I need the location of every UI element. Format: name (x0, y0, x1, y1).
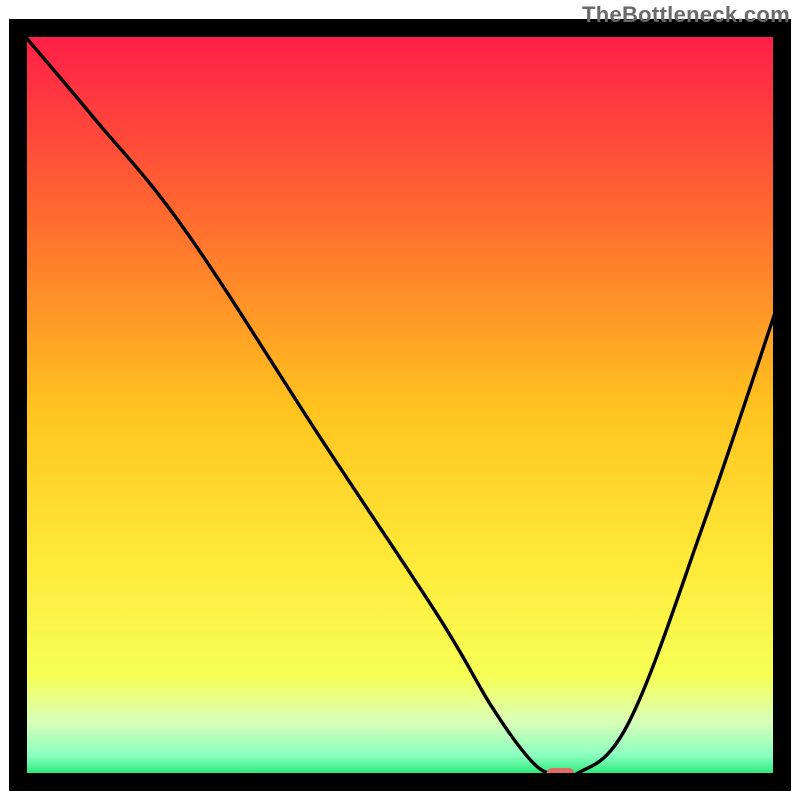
bottleneck-chart (0, 0, 800, 800)
chart-frame: TheBottleneck.com (0, 0, 800, 800)
watermark-text: TheBottleneck.com (582, 2, 790, 28)
plot-background (18, 28, 782, 782)
